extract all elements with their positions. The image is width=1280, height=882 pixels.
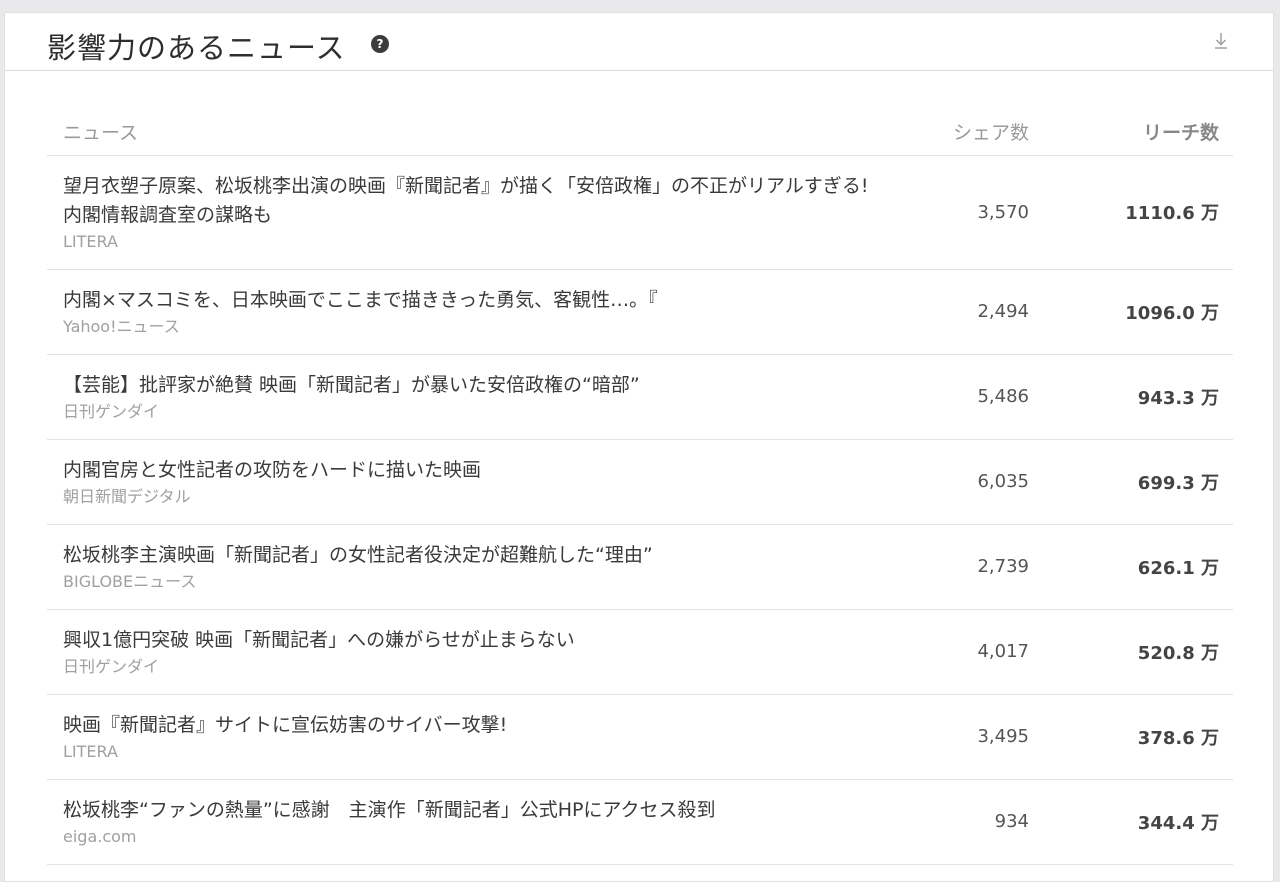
news-headline-link[interactable]: 興収1億円突破 映画「新聞記者」への嫌がらせが止まらない <box>63 626 893 655</box>
news-source: BIGLOBEニュース <box>63 571 197 591</box>
panel-header: 影響力のあるニュース ? <box>5 13 1273 71</box>
news-source: 朝日新聞デジタル <box>63 486 191 506</box>
table-row: 松坂桃李“ファンの熱量”に感謝 主演作「新聞記者」公式HPにアクセス殺到 eig… <box>47 779 1233 865</box>
table-row: 内閣×マスコミを、日本映画でここまで描ききった勇気、客観性…。『 Yahoo!ニ… <box>47 269 1233 355</box>
reach-count: 378.6 万 <box>1073 694 1233 780</box>
download-icon[interactable] <box>1213 31 1229 51</box>
news-table: ニュース シェア数 リーチ数 望月衣塑子原案、松坂桃李出演の映画『新聞記者』が描… <box>47 109 1233 865</box>
news-source: Yahoo!ニュース <box>63 316 180 336</box>
share-count: 3,570 <box>893 155 1073 270</box>
share-count: 3,495 <box>893 694 1073 780</box>
panel-title: 影響力のあるニュース <box>47 31 346 65</box>
news-headline-link[interactable]: 望月衣塑子原案、松坂桃李出演の映画『新聞記者』が描く「安倍政権」の不正がリアルす… <box>63 172 893 230</box>
reach-count: 1110.6 万 <box>1073 155 1233 270</box>
help-icon[interactable]: ? <box>371 35 389 53</box>
table-row: 映画『新聞記者』サイトに宣伝妨害のサイバー攻撃! LITERA 3,495 37… <box>47 694 1233 780</box>
reach-count: 344.4 万 <box>1073 779 1233 865</box>
table-row: 興収1億円突破 映画「新聞記者」への嫌がらせが止まらない 日刊ゲンダイ 4,01… <box>47 609 1233 695</box>
reach-count: 1096.0 万 <box>1073 269 1233 355</box>
influential-news-panel: 影響力のあるニュース ? ニュース シェア数 リーチ数 望月衣塑子原案、松坂桃李… <box>4 12 1274 882</box>
news-cell: 興収1億円突破 映画「新聞記者」への嫌がらせが止まらない 日刊ゲンダイ <box>47 609 893 695</box>
news-headline-link[interactable]: 映画『新聞記者』サイトに宣伝妨害のサイバー攻撃! <box>63 711 893 740</box>
reach-count: 943.3 万 <box>1073 354 1233 440</box>
share-count: 6,035 <box>893 439 1073 525</box>
news-source: LITERA <box>63 231 118 251</box>
news-headline-link[interactable]: 松坂桃李主演映画「新聞記者」の女性記者役決定が超難航した“理由” <box>63 541 893 570</box>
table-row: 内閣官房と女性記者の攻防をハードに描いた映画 朝日新聞デジタル 6,035 69… <box>47 439 1233 525</box>
news-cell: 内閣×マスコミを、日本映画でここまで描ききった勇気、客観性…。『 Yahoo!ニ… <box>47 269 893 355</box>
share-count: 934 <box>893 779 1073 865</box>
table-row: 望月衣塑子原案、松坂桃李出演の映画『新聞記者』が描く「安倍政権」の不正がリアルす… <box>47 155 1233 270</box>
share-count: 2,494 <box>893 269 1073 355</box>
news-cell: 映画『新聞記者』サイトに宣伝妨害のサイバー攻撃! LITERA <box>47 694 893 780</box>
reach-count: 699.3 万 <box>1073 439 1233 525</box>
news-source: eiga.com <box>63 826 137 846</box>
share-count: 5,486 <box>893 354 1073 440</box>
column-header-reach[interactable]: リーチ数 <box>1073 109 1233 156</box>
news-source: 日刊ゲンダイ <box>63 401 160 421</box>
news-cell: 望月衣塑子原案、松坂桃李出演の映画『新聞記者』が描く「安倍政権」の不正がリアルす… <box>47 155 893 270</box>
table-row: 松坂桃李主演映画「新聞記者」の女性記者役決定が超難航した“理由” BIGLOBE… <box>47 524 1233 610</box>
reach-count: 520.8 万 <box>1073 609 1233 695</box>
news-headline-link[interactable]: 松坂桃李“ファンの熱量”に感謝 主演作「新聞記者」公式HPにアクセス殺到 <box>63 796 893 825</box>
news-headline-link[interactable]: 内閣×マスコミを、日本映画でここまで描ききった勇気、客観性…。『 <box>63 286 893 315</box>
news-cell: 松坂桃李主演映画「新聞記者」の女性記者役決定が超難航した“理由” BIGLOBE… <box>47 524 893 610</box>
share-count: 4,017 <box>893 609 1073 695</box>
share-count: 2,739 <box>893 524 1073 610</box>
table-header-row: ニュース シェア数 リーチ数 <box>47 109 1233 156</box>
news-headline-link[interactable]: 【芸能】批評家が絶賛 映画「新聞記者」が暴いた安倍政権の“暗部” <box>63 371 893 400</box>
news-headline-link[interactable]: 内閣官房と女性記者の攻防をハードに描いた映画 <box>63 456 893 485</box>
news-cell: 【芸能】批評家が絶賛 映画「新聞記者」が暴いた安倍政権の“暗部” 日刊ゲンダイ <box>47 354 893 440</box>
column-header-news: ニュース <box>47 109 893 156</box>
news-source: LITERA <box>63 741 118 761</box>
news-cell: 松坂桃李“ファンの熱量”に感謝 主演作「新聞記者」公式HPにアクセス殺到 eig… <box>47 779 893 865</box>
table-row: 【芸能】批評家が絶賛 映画「新聞記者」が暴いた安倍政権の“暗部” 日刊ゲンダイ … <box>47 354 1233 440</box>
column-header-share[interactable]: シェア数 <box>893 109 1073 156</box>
news-source: 日刊ゲンダイ <box>63 656 160 676</box>
news-cell: 内閣官房と女性記者の攻防をハードに描いた映画 朝日新聞デジタル <box>47 439 893 525</box>
reach-count: 626.1 万 <box>1073 524 1233 610</box>
